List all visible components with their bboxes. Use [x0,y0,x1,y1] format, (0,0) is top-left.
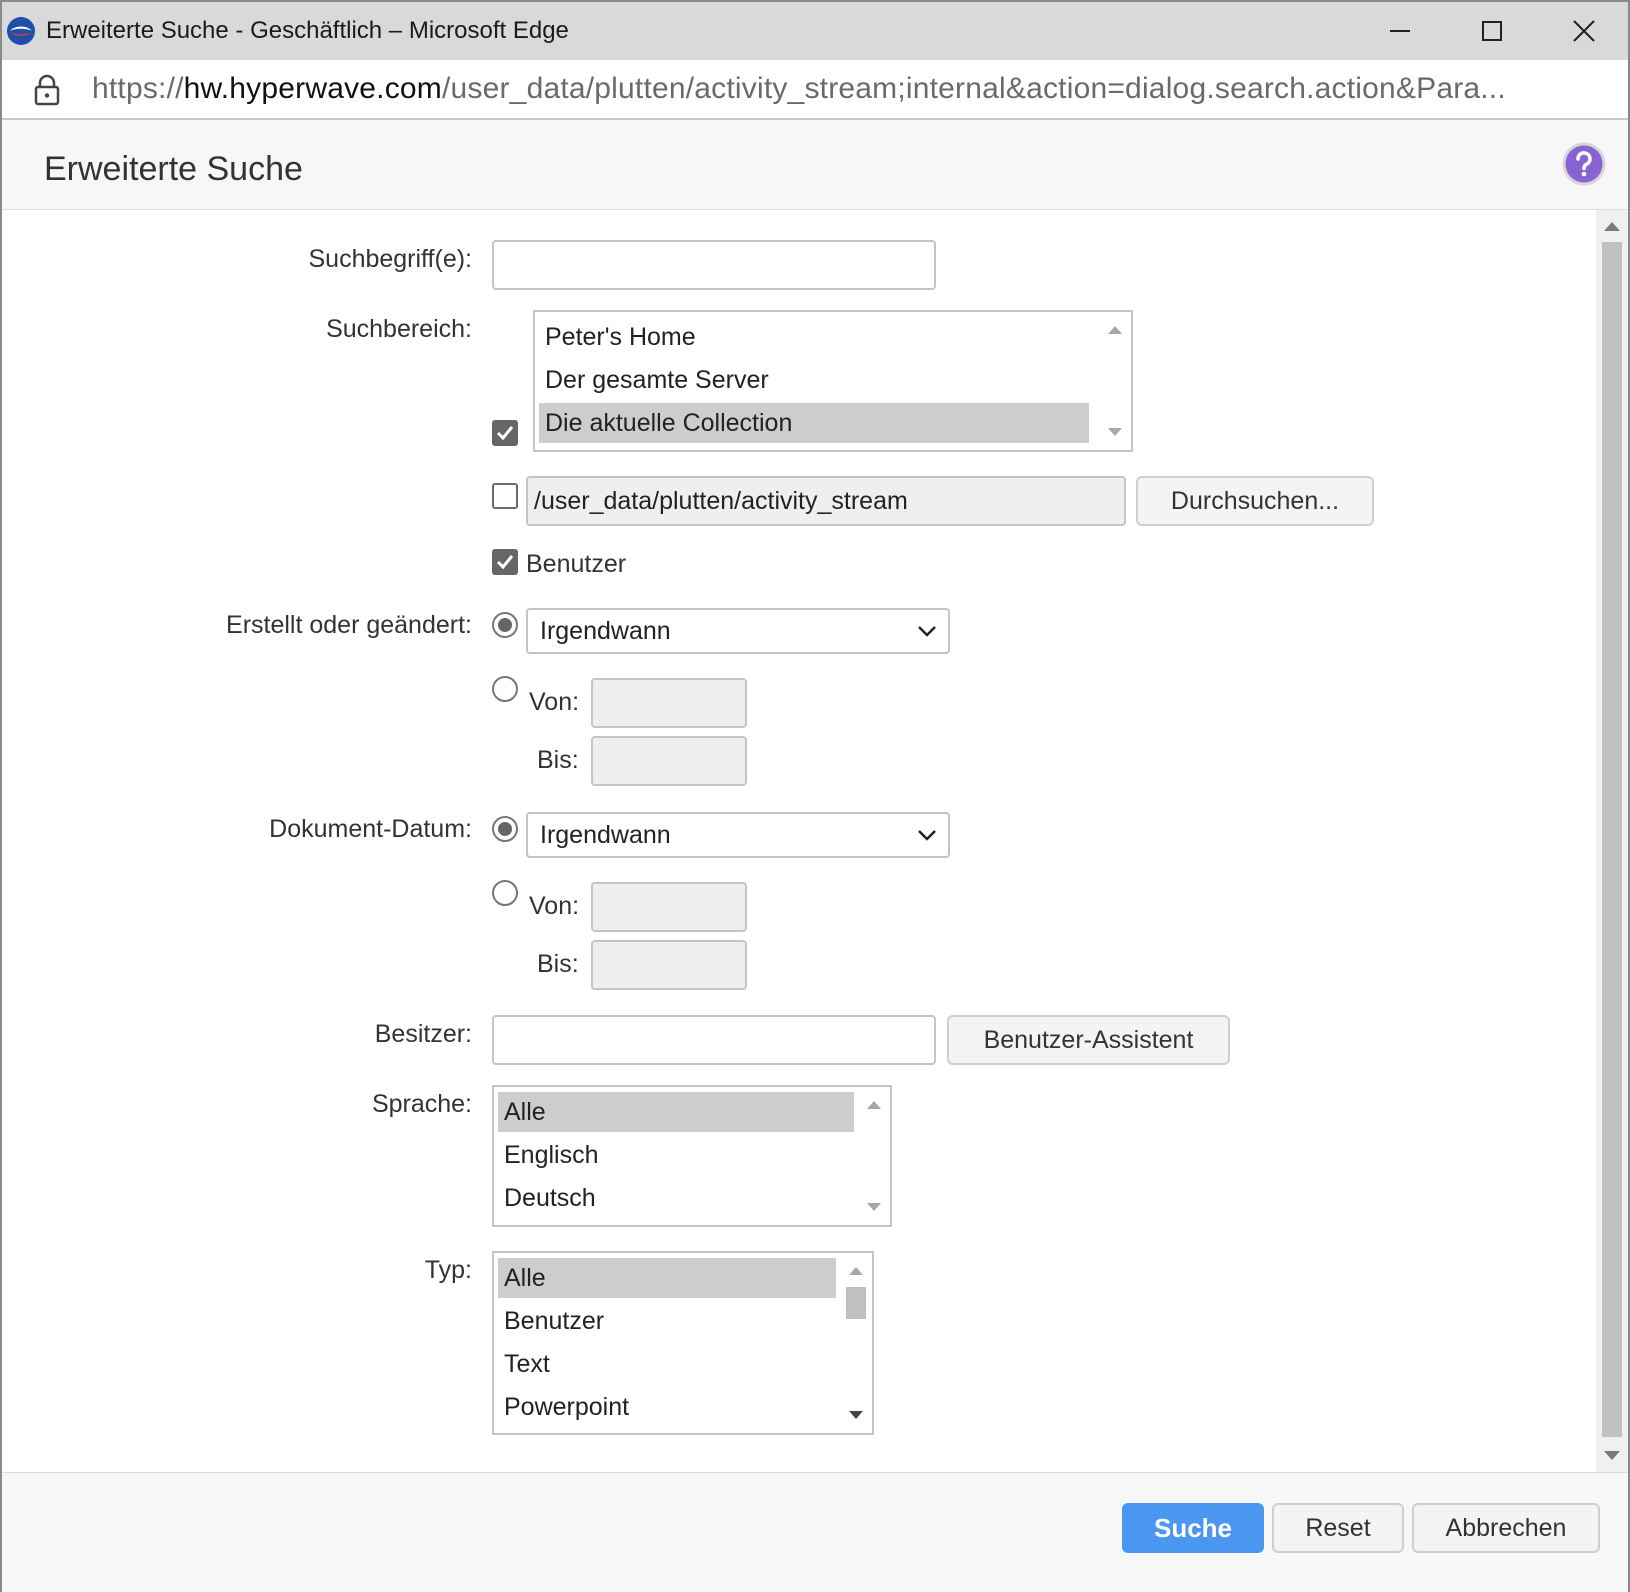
modified-period-select[interactable]: Irgendwann [526,608,950,654]
scope-listbox[interactable]: Peter's Home Der gesamte Server Die aktu… [533,310,1133,452]
url-host: hw.hyperwave.com [183,72,442,105]
language-listbox[interactable]: Alle Englisch Deutsch [492,1085,892,1227]
scrollbar-thumb[interactable] [1602,242,1622,1437]
scroll-up-icon[interactable] [1108,326,1122,334]
modified-to-label: Bis: [537,746,579,774]
scroll-up-icon[interactable] [849,1267,863,1275]
users-checkbox[interactable] [492,549,518,575]
scope-label: Suchbereich: [326,315,472,343]
checkmark-icon [496,555,514,570]
language-option-english[interactable]: Englisch [498,1135,854,1175]
user-assistant-button[interactable]: Benutzer-Assistent [947,1015,1230,1065]
language-label: Sprache: [371,1090,472,1118]
scope-option-home[interactable]: Peter's Home [539,317,1089,357]
dialog-header: Erweiterte Suche [2,120,1628,210]
language-listbox-scrollbar[interactable] [858,1087,890,1225]
scroll-down-icon[interactable] [867,1203,881,1211]
browser-window: Erweiterte Suche - Geschäftlich – Micros… [0,0,1630,1592]
chevron-down-icon [918,830,936,841]
chevron-down-icon [918,626,936,637]
modified-to-input[interactable] [591,736,747,786]
owner-input[interactable] [492,1015,936,1065]
doc-date-to-label: Bis: [537,950,579,978]
minimize-icon [1390,30,1410,32]
dialog-title: Erweiterte Suche [44,150,303,188]
type-option-text[interactable]: Text [498,1344,836,1384]
scroll-down-icon[interactable] [1108,428,1122,436]
url-text[interactable]: https://hw.hyperwave.com/user_data/plutt… [92,72,1506,106]
scroll-up-icon[interactable] [867,1101,881,1109]
owner-label: Besitzer: [374,1020,472,1048]
content-scrollbar[interactable] [1596,210,1628,1472]
doc-date-to-input[interactable] [591,940,747,990]
dialog-content: Suchbegriff(e): Suchbereich: Peter's Hom… [2,210,1596,1472]
modified-range-radio[interactable] [492,676,518,702]
doc-date-period-select[interactable]: Irgendwann [526,812,950,858]
doc-date-from-label: Von: [529,892,580,920]
type-listbox[interactable]: Alle Benutzer Text Powerpoint [492,1251,874,1435]
doc-date-period-value: Irgendwann [540,821,671,849]
type-option-powerpoint[interactable]: Powerpoint [498,1387,836,1427]
close-window-button[interactable] [1538,2,1630,60]
lock-icon [34,74,60,106]
scope-option-server[interactable]: Der gesamte Server [539,360,1089,400]
path-checkbox[interactable] [492,483,518,509]
scroll-up-icon[interactable] [1604,222,1620,231]
browse-button[interactable]: Durchsuchen... [1136,476,1374,526]
modified-label: Erstellt oder geändert: [226,611,472,639]
url-path: /user_data/plutten/activity_stream;inter… [441,72,1506,105]
window-title: Erweiterte Suche - Geschäftlich – Micros… [46,17,569,44]
type-option-users[interactable]: Benutzer [498,1301,836,1341]
scope-option-collection[interactable]: Die aktuelle Collection [539,403,1089,443]
minimize-button[interactable] [1354,2,1446,60]
type-scrollbar-thumb[interactable] [846,1287,866,1319]
maximize-icon [1482,21,1502,41]
cancel-button[interactable]: Abbrechen [1412,1503,1600,1553]
doc-date-range-radio[interactable] [492,880,518,906]
dialog-footer: Suche Reset Abbrechen [2,1472,1628,1592]
type-listbox-scrollbar[interactable] [840,1253,872,1433]
address-bar[interactable]: https://hw.hyperwave.com/user_data/plutt… [2,60,1628,120]
modified-period-value: Irgendwann [540,617,671,645]
edge-app-icon [7,17,35,45]
language-option-german[interactable]: Deutsch [498,1178,854,1218]
scope-listbox-scrollbar[interactable] [1099,312,1131,450]
reset-button[interactable]: Reset [1272,1503,1404,1553]
search-terms-input[interactable] [492,240,936,290]
path-field[interactable]: /user_data/plutten/activity_stream [526,476,1126,526]
type-option-all[interactable]: Alle [498,1258,836,1298]
users-checkbox-label: Benutzer [526,550,627,578]
search-button[interactable]: Suche [1122,1503,1264,1553]
checkmark-icon [496,426,514,441]
url-scheme: https:// [92,72,184,105]
modified-from-input[interactable] [591,678,747,728]
language-option-all[interactable]: Alle [498,1092,854,1132]
doc-date-anytime-radio[interactable] [492,816,518,842]
doc-date-label: Dokument-Datum: [269,815,472,843]
doc-date-from-input[interactable] [591,882,747,932]
modified-anytime-radio[interactable] [492,612,518,638]
scroll-down-icon[interactable] [1604,1451,1620,1460]
help-icon[interactable] [1562,142,1606,186]
scope-checkbox[interactable] [492,420,518,446]
scroll-down-icon[interactable] [849,1411,863,1419]
title-bar: Erweiterte Suche - Geschäftlich – Micros… [2,2,1628,60]
close-icon [1573,20,1595,42]
modified-from-label: Von: [529,688,580,716]
type-label: Typ: [424,1256,472,1284]
maximize-button[interactable] [1446,2,1538,60]
search-terms-label: Suchbegriff(e): [308,245,472,273]
